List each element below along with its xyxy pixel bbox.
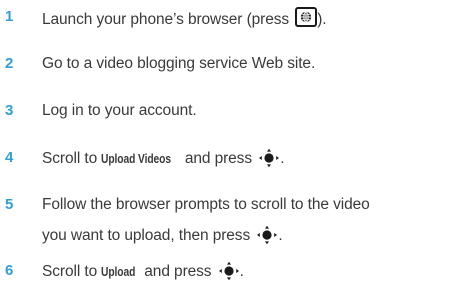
- step-5: 5 Follow the browser prompts to scroll t…: [0, 195, 465, 245]
- step-4: 4 Scroll to Upload Videos and press .: [0, 148, 465, 170]
- browser-key-icon: [295, 7, 318, 27]
- nav-center-key-icon: [218, 261, 239, 281]
- nav-center-key-icon: [259, 148, 280, 168]
- step-text-part: you want to upload, then press: [42, 227, 255, 244]
- instruction-steps: 1 Launch your phone’s browser (press ). …: [0, 0, 465, 287]
- step-text: Log in to your account.: [42, 102, 197, 119]
- step-text-line-2: you want to upload, then press .: [42, 225, 283, 246]
- step-text-part: Launch your phone’s browser (press: [42, 11, 294, 28]
- step-3: 3 Log in to your account.: [0, 101, 465, 123]
- step-number: 2: [5, 55, 14, 72]
- step-text: Scroll to Upload and press .: [42, 261, 244, 282]
- step-number: 1: [5, 8, 14, 25]
- step-text-part: Scroll to: [42, 150, 102, 167]
- step-number: 4: [5, 149, 14, 166]
- nav-center-key-icon: [257, 225, 278, 245]
- step-number: 5: [5, 196, 14, 213]
- menu-keyword: Upload: [101, 265, 136, 279]
- step-text-part: and press: [140, 263, 216, 280]
- step-text-part: .: [239, 263, 244, 280]
- step-text-part: and press: [180, 150, 257, 167]
- step-2: 2 Go to a video blogging service Web sit…: [0, 54, 465, 76]
- step-number: 3: [5, 102, 14, 119]
- step-text-part: ).: [317, 11, 327, 28]
- step-text-part: .: [278, 227, 283, 244]
- step-text-part: Scroll to: [42, 263, 102, 280]
- step-text: Scroll to Upload Videos and press .: [42, 148, 285, 169]
- step-1: 1 Launch your phone’s browser (press ).: [0, 7, 465, 29]
- step-text-line-1: Follow the browser prompts to scroll to …: [42, 196, 370, 213]
- step-text: Go to a video blogging service Web site.: [42, 55, 316, 72]
- step-text-part: .: [280, 150, 285, 167]
- step-text: Launch your phone’s browser (press ).: [42, 7, 327, 30]
- step-6: 6 Scroll to Upload and press .: [0, 261, 465, 283]
- step-number: 6: [5, 262, 14, 279]
- menu-keyword: Upload Videos: [101, 152, 172, 166]
